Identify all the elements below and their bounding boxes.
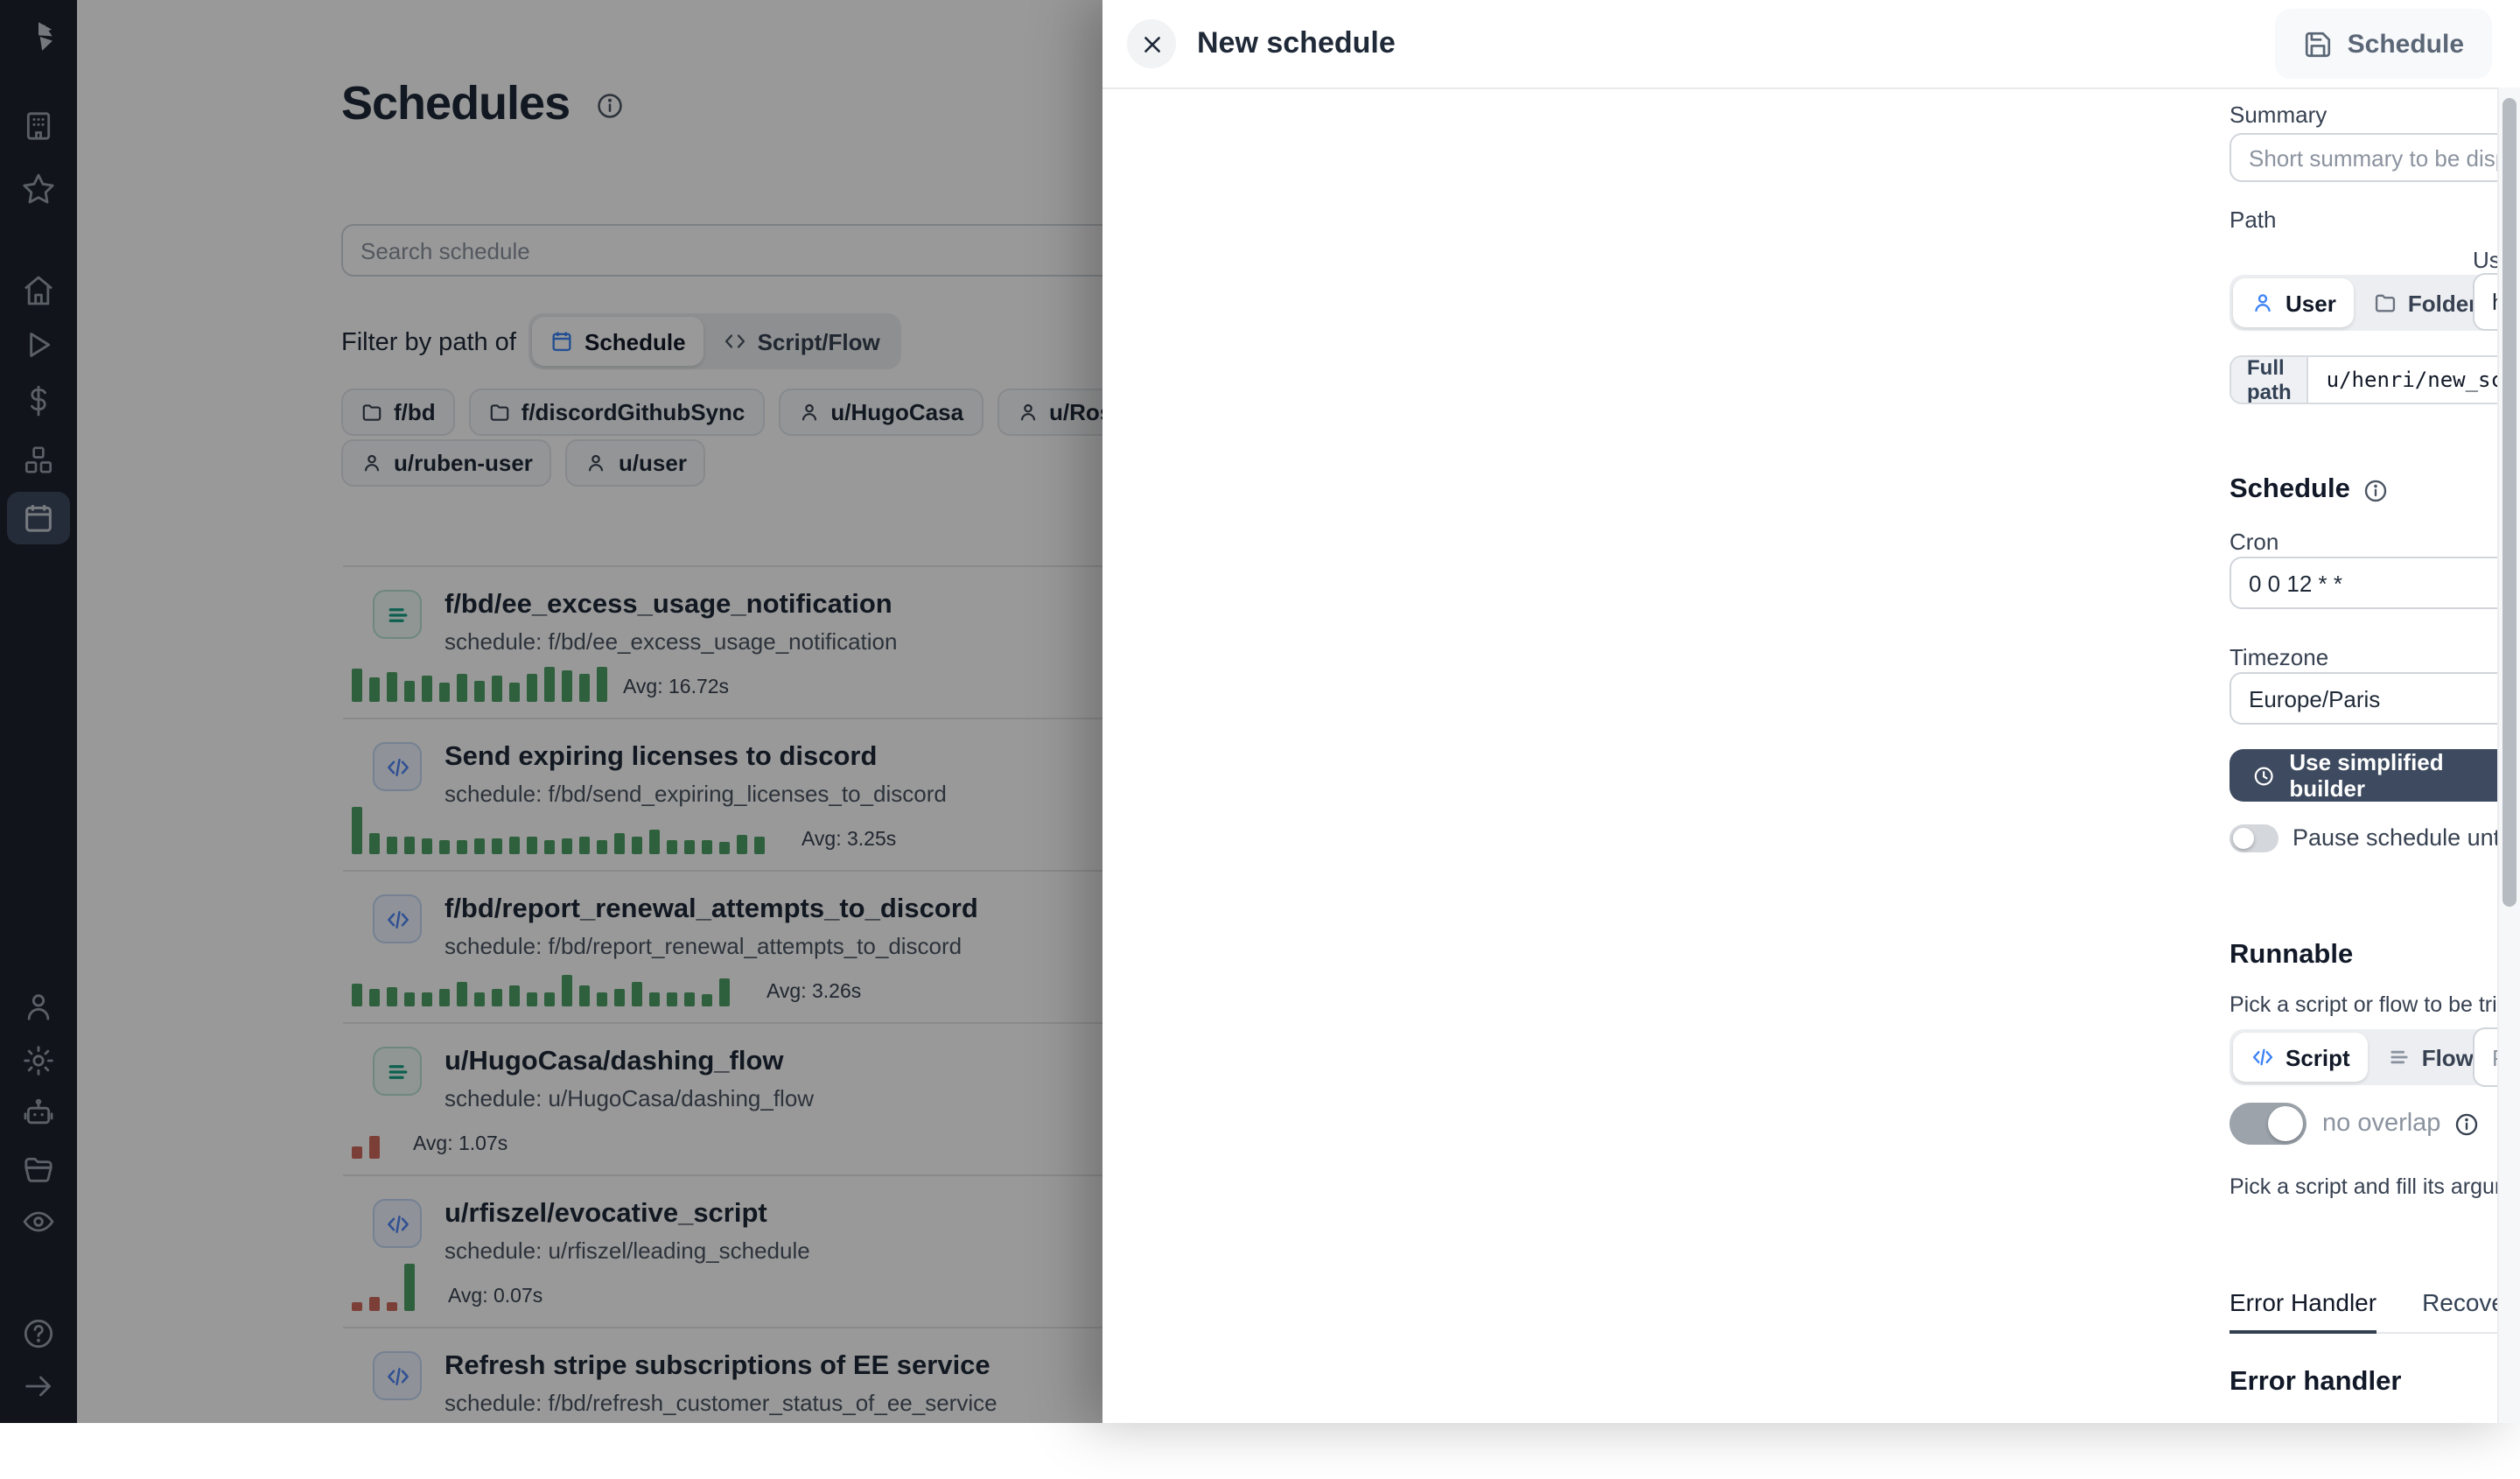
schedule-save-label: Schedule (2347, 29, 2464, 59)
full-path-label: Full path (2231, 357, 2309, 403)
toggle-knob (2268, 1106, 2303, 1141)
drawer-scrollbar-thumb[interactable] (2502, 98, 2516, 907)
flow-icon (2387, 1045, 2412, 1069)
drawer-scrollbar-track[interactable] (2497, 88, 2520, 1423)
pause-schedule-label: Pause schedule until... (2292, 824, 2520, 851)
schedule-heading-text: Schedule (2230, 474, 2350, 504)
close-button[interactable] (1127, 19, 1176, 68)
error-handler-heading: Error handler (2230, 1367, 2402, 1397)
owner-toggle-user[interactable]: User (2233, 278, 2354, 327)
new-schedule-drawer: New schedule Schedule Summary Path User … (1102, 0, 2520, 1423)
tab-error-handler[interactable]: Error Handler (2230, 1288, 2377, 1334)
simplified-builder-label: Use simplified builder (2289, 749, 2444, 802)
runnable-kind-toggle: Script Flow (2230, 1029, 2495, 1085)
toggle-knob (2233, 828, 2254, 849)
pause-schedule-toggle[interactable] (2230, 824, 2278, 852)
save-icon (2306, 31, 2331, 57)
schedule-info-icon[interactable] (2362, 477, 2389, 503)
close-icon (1144, 36, 1159, 52)
script-code-icon (2250, 1045, 2275, 1069)
runnable-toggle-flow-label: Flow (2421, 1044, 2474, 1070)
owner-toggle-folder-label: Folder (2407, 290, 2478, 316)
runnable-toggle-script[interactable]: Script (2233, 1033, 2368, 1082)
runnable-toggle-script-label: Script (2286, 1044, 2350, 1070)
folder-icon (2373, 291, 2398, 315)
cron-input[interactable] (2230, 557, 2520, 609)
timezone-input[interactable] (2230, 672, 2520, 725)
user-icon (2250, 291, 2275, 315)
timezone-label: Timezone (2230, 644, 2329, 670)
no-overlap-label: no overlap (2322, 1110, 2441, 1138)
schedule-save-button[interactable]: Schedule (2275, 9, 2492, 79)
full-path-value: u/henri/new_schedule (2308, 357, 2520, 403)
path-label: Path (2230, 207, 2277, 233)
no-overlap-info-icon[interactable] (2454, 1111, 2480, 1138)
summary-input[interactable] (2230, 133, 2520, 182)
runnable-heading: Runnable (2230, 940, 2354, 970)
summary-label: Summary (2230, 102, 2328, 128)
cron-label: Cron (2230, 529, 2279, 555)
owner-toggle-user-label: User (2286, 290, 2336, 316)
app-viewport: Schedules Filter by path of Schedule Scr… (0, 0, 2520, 1423)
drawer-header: New schedule Schedule (1102, 0, 2520, 89)
owner-kind-toggle: User Folder (2230, 275, 2499, 331)
simplified-builder-button[interactable]: Use simplified builder (2230, 749, 2520, 802)
schedule-section-heading: Schedule (2230, 474, 2389, 506)
pick-script-hint: Pick a script and fill its argument here (2230, 1174, 2520, 1199)
handler-tabs: Error Handler Recovery Handler Retries C… (2230, 1288, 2520, 1334)
clock-icon (2254, 766, 2273, 785)
full-path: Full path u/henri/new_schedule (2230, 355, 2520, 404)
no-overlap-toggle[interactable] (2230, 1103, 2306, 1145)
pick-runnable-label: Pick a script or flow to be triggered by… (2230, 992, 2520, 1017)
drawer-title: New schedule (1197, 26, 1396, 60)
pick-runnable-text: Pick a script or flow to be triggered by… (2230, 992, 2520, 1017)
